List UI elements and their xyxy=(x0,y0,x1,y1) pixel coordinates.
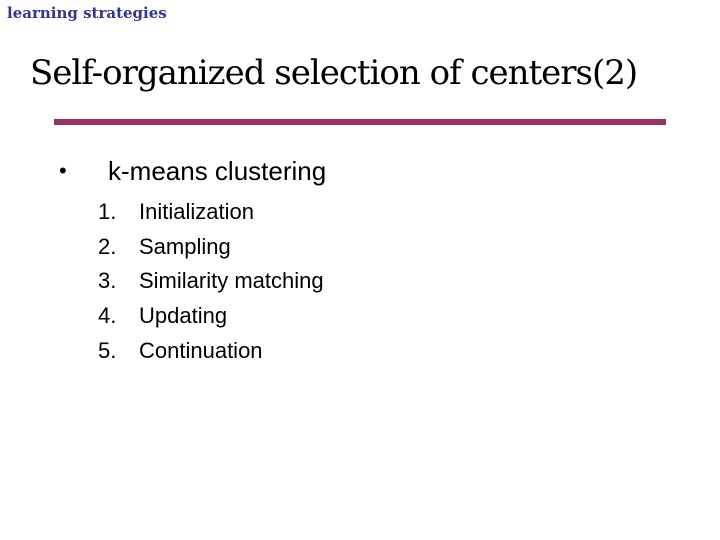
step-text: Initialization xyxy=(139,199,254,225)
step-number: 4. xyxy=(98,303,117,329)
list-item: 5. Continuation xyxy=(98,333,324,368)
step-number: 5. xyxy=(98,337,117,363)
step-text: Sampling xyxy=(139,233,231,259)
list-item: 3. Similarity matching xyxy=(98,264,324,299)
step-text: Similarity matching xyxy=(139,268,324,294)
step-text: Updating xyxy=(139,303,228,329)
bullet-icon: • xyxy=(59,158,67,183)
step-number: 1. xyxy=(98,199,117,225)
section-label: learning strategies xyxy=(7,4,167,22)
step-text: Continuation xyxy=(139,337,263,363)
steps-list: 1. Initialization 2. Sampling 3. Similar… xyxy=(98,195,324,368)
bullet-text: k-means clustering xyxy=(108,156,327,186)
list-item: 2. Sampling xyxy=(98,230,324,265)
step-number: 3. xyxy=(98,268,117,294)
title-divider xyxy=(54,119,666,125)
list-item: 1. Initialization xyxy=(98,195,324,230)
list-item: 4. Updating xyxy=(98,299,324,334)
slide-title: Self-organized selection of centers(2) xyxy=(30,53,638,93)
step-number: 2. xyxy=(98,233,117,259)
